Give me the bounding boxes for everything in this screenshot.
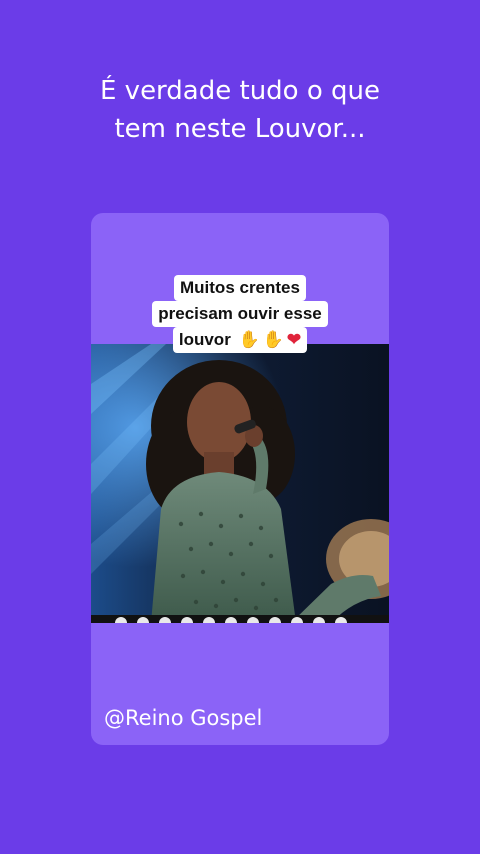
headline-line-1: É verdade tudo o que — [99, 76, 380, 106]
raising-hands-icon: ✋ — [238, 330, 260, 349]
headline-line-2: tem neste Louvor... — [114, 114, 366, 144]
headline: É verdade tudo o que tem neste Louvor... — [0, 72, 480, 148]
video-card[interactable]: Muitos crentes precisam ouvir esse louvo… — [91, 213, 389, 745]
caption-line-3-text: louvor — [178, 330, 231, 349]
caption-line-1: Muitos crentes — [174, 275, 306, 301]
video-caption: Muitos crentes precisam ouvir esse louvo… — [91, 275, 389, 353]
singer-video-still — [91, 344, 389, 623]
caption-line-3: louvor ✋ ✋ ❤ — [172, 327, 308, 353]
page: É verdade tudo o que tem neste Louvor...… — [0, 0, 480, 854]
red-heart-icon: ❤ — [286, 330, 302, 349]
praying-hands-icon: ✋ — [262, 330, 284, 349]
channel-handle[interactable]: @Reino Gospel — [104, 706, 262, 730]
video-frame[interactable] — [91, 344, 389, 623]
caption-line-2: precisam ouvir esse — [152, 301, 328, 327]
